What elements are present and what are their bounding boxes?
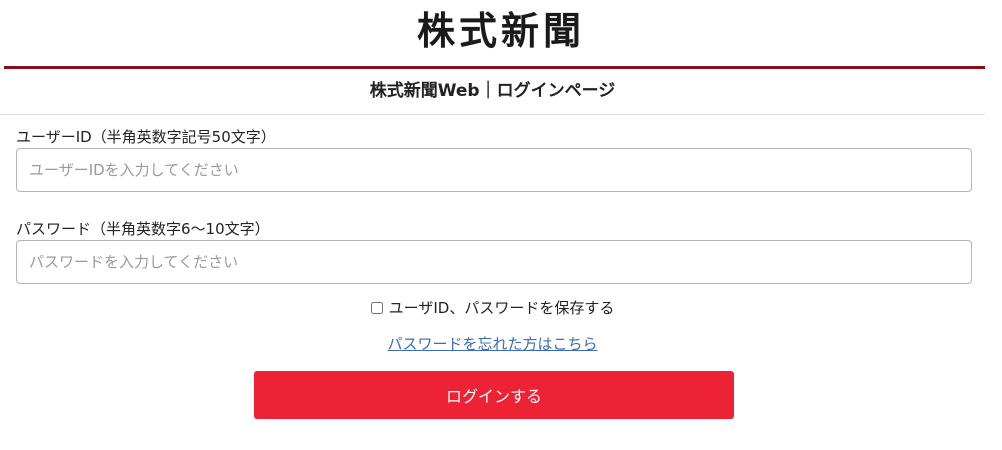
remember-label: ユーザID、パスワードを保存する [388, 299, 615, 317]
header-divider [4, 66, 985, 69]
page-title: 株式新聞Web｜ログインページ [0, 70, 985, 115]
password-input[interactable] [16, 240, 972, 284]
forgot-password-link[interactable]: パスワードを忘れた方はこちら [387, 335, 597, 353]
site-logo[interactable]: 株式新聞 [0, 6, 1002, 56]
user-id-label: ユーザーID（半角英数字記号50文字） [16, 128, 276, 146]
login-button[interactable]: ログインする [254, 371, 734, 419]
header: 株式新聞 [0, 0, 1002, 70]
user-id-input[interactable] [16, 148, 972, 192]
remember-credentials-row[interactable]: ユーザID、パスワードを保存する [0, 298, 985, 318]
remember-checkbox[interactable] [370, 302, 383, 314]
forgot-password-container: パスワードを忘れた方はこちら [0, 334, 985, 354]
password-label: パスワード（半角英数字6～10文字） [16, 220, 270, 238]
